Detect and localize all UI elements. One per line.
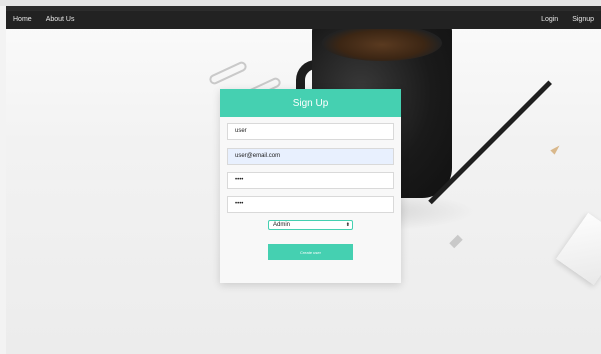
role-select-value: Admin — [273, 222, 291, 228]
confirm-password-input[interactable]: •••• — [227, 196, 394, 213]
coffee-surface — [322, 25, 442, 61]
navbar-right: Login Signup — [534, 11, 601, 29]
create-user-button[interactable]: Create user — [268, 244, 353, 260]
browser-viewport: Home About Us Login Signup Sign Up user … — [0, 0, 601, 354]
nav-home-link[interactable]: Home — [6, 11, 39, 29]
nav-about-link[interactable]: About Us — [39, 11, 82, 29]
username-input[interactable]: user — [227, 123, 394, 140]
nav-signup-link[interactable]: Signup — [565, 11, 601, 29]
signup-title: Sign Up — [220, 89, 401, 117]
password-input[interactable]: •••• — [227, 172, 394, 189]
navbar: Home About Us Login Signup — [6, 11, 601, 29]
paperclip-icon — [207, 60, 249, 86]
email-input[interactable]: user@email.com — [227, 148, 394, 165]
signup-card: Sign Up user user@email.com •••• •••• Ad… — [220, 89, 401, 283]
navbar-left: Home About Us — [6, 11, 81, 29]
select-arrows-icon: ⬍ — [345, 222, 350, 228]
eraser-image — [556, 212, 601, 286]
nav-login-link[interactable]: Login — [534, 11, 565, 29]
role-select[interactable]: Admin ⬍ — [268, 220, 353, 230]
